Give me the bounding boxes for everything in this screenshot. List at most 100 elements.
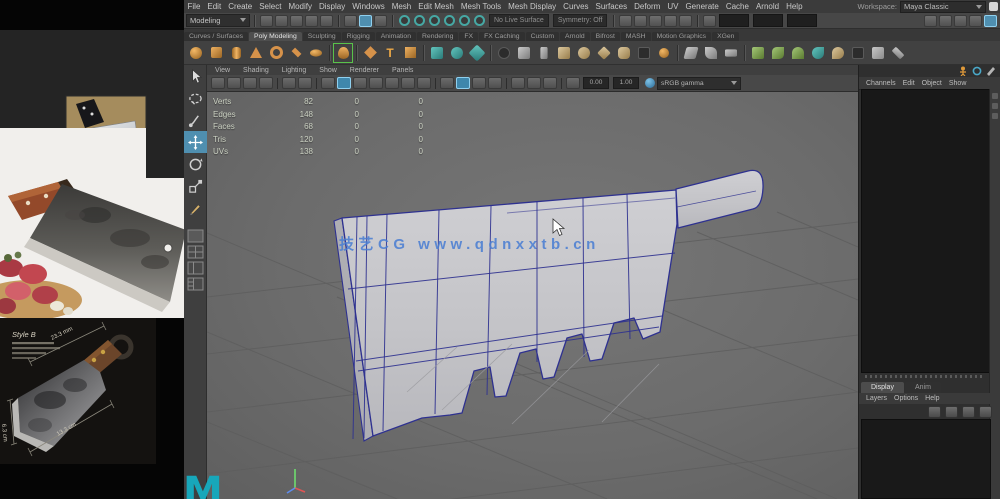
target-weld-icon[interactable]	[702, 44, 720, 62]
pane-layout-icon[interactable]	[969, 14, 982, 27]
shelf-tab-sculpting[interactable]: Sculpting	[302, 32, 341, 41]
bind-skin-icon[interactable]	[468, 44, 486, 62]
resolution-gate-icon[interactable]	[511, 77, 525, 89]
quad-draw-icon[interactable]	[682, 44, 700, 62]
show-menu[interactable]: Show	[949, 80, 967, 87]
tool-settings-tab-icon[interactable]	[992, 113, 998, 119]
mirror-icon[interactable]	[749, 44, 767, 62]
grease-pencil-icon[interactable]	[321, 77, 335, 89]
use-all-lights-icon[interactable]	[385, 77, 399, 89]
poly-plane-icon[interactable]	[287, 44, 305, 62]
coordinate-input-x[interactable]	[719, 14, 750, 27]
layout-single-pane-button[interactable]	[187, 229, 204, 243]
menu-file[interactable]: File	[184, 2, 204, 11]
shadows-icon[interactable]	[401, 77, 415, 89]
poly-cube-icon[interactable]	[207, 44, 225, 62]
edit-menu[interactable]: Edit	[903, 80, 915, 87]
construction-history-icon[interactable]	[619, 14, 633, 27]
shelf-tab-animation[interactable]: Animation	[375, 32, 416, 41]
move-layer-down-icon[interactable]	[945, 406, 958, 418]
menu-select[interactable]: Select	[256, 2, 285, 11]
menu-mesh[interactable]: Mesh	[388, 2, 415, 11]
camera-attributes-icon[interactable]	[243, 77, 257, 89]
menu-help[interactable]: Help	[783, 2, 806, 11]
shelf-tab-fx-caching[interactable]: FX Caching	[479, 32, 525, 41]
shelf-tab-bifrost[interactable]: Bifrost	[590, 32, 620, 41]
layout-four-pane-button[interactable]	[187, 245, 204, 259]
render-settings-icon[interactable]	[679, 14, 693, 27]
xray-joints-icon[interactable]	[488, 77, 502, 89]
panel-menu-shading[interactable]: Shading	[243, 67, 269, 74]
input-field-mode-icon[interactable]	[703, 14, 717, 27]
menu-arnold[interactable]: Arnold	[752, 2, 782, 11]
select-component-icon[interactable]	[374, 14, 387, 27]
cleaver-model-mesh[interactable]	[333, 169, 764, 442]
panel-menu-view[interactable]: View	[215, 67, 230, 74]
panel-menu-lighting[interactable]: Lighting	[282, 67, 307, 74]
image-plane-icon[interactable]	[282, 77, 296, 89]
lock-camera-icon[interactable]	[227, 77, 241, 89]
viewport-scene[interactable]: Verts 82 0 0 Edges 148 0 0 Faces 68 0 0	[207, 92, 858, 499]
poly-sphere-icon[interactable]	[187, 44, 205, 62]
help-menu[interactable]: Help	[925, 395, 939, 402]
symmetry-dropdown[interactable]: Symmetry: Off	[552, 14, 608, 27]
combine-icon[interactable]	[515, 44, 533, 62]
cut-uv-icon[interactable]	[869, 44, 887, 62]
options-menu[interactable]: Options	[894, 395, 918, 402]
curve-star-icon[interactable]	[361, 44, 379, 62]
workspace-dropdown[interactable]: Maya Classic	[900, 0, 986, 13]
boolean-icon[interactable]	[575, 44, 593, 62]
shelf-tab-custom[interactable]: Custom	[525, 32, 559, 41]
select-hierarchy-icon[interactable]	[344, 14, 357, 27]
render-current-frame-icon[interactable]	[649, 14, 663, 27]
shelf-tab-mash[interactable]: MASH	[620, 32, 651, 41]
coordinate-input-y[interactable]	[753, 14, 784, 27]
attribute-editor-tab-icon[interactable]	[992, 103, 998, 109]
menu-display[interactable]: Display	[316, 2, 349, 11]
coordinate-input-z[interactable]	[787, 14, 818, 27]
menu-modify[interactable]: Modify	[285, 2, 316, 11]
new-scene-icon[interactable]	[260, 14, 273, 27]
layout-outliner-persp-button[interactable]	[187, 277, 204, 291]
undo-icon[interactable]	[305, 14, 318, 27]
ipr-render-icon[interactable]	[664, 14, 678, 27]
shelf-tab-arnold[interactable]: Arnold	[560, 32, 590, 41]
view-transform-dropdown[interactable]: sRGB gamma	[657, 76, 741, 90]
screen-space-ao-icon[interactable]	[417, 77, 431, 89]
shelf-tab-poly-modeling[interactable]: Poly Modeling	[249, 32, 302, 41]
scale-tool[interactable]	[184, 175, 207, 197]
poly-disc-icon[interactable]	[307, 44, 325, 62]
gamma-icon[interactable]	[566, 77, 580, 89]
ik-handle-icon[interactable]	[448, 44, 466, 62]
lasso-select-tool[interactable]	[184, 87, 207, 109]
poly-cylinder-icon[interactable]	[227, 44, 245, 62]
shelf-tab-xgen[interactable]: XGen	[712, 32, 740, 41]
isolate-select-icon[interactable]	[440, 77, 454, 89]
curve-precision-icon[interactable]	[939, 14, 952, 27]
menu-edit[interactable]: Edit	[204, 2, 225, 11]
window-controls-icon[interactable]	[989, 2, 998, 11]
2d-pan-zoom-icon[interactable]	[298, 77, 312, 89]
edge-flow-icon[interactable]	[722, 44, 740, 62]
snap-to-projected-center-icon[interactable]	[444, 15, 455, 26]
panel-resize-handle[interactable]	[865, 375, 985, 378]
select-tool[interactable]	[184, 65, 207, 87]
shelf-tab-rendering[interactable]: Rendering	[417, 32, 459, 41]
snap-to-grid-icon[interactable]	[399, 15, 410, 26]
snap-to-curve-icon[interactable]	[414, 15, 425, 26]
multi-cut-icon[interactable]	[655, 44, 673, 62]
uv-editor-icon[interactable]	[849, 44, 867, 62]
layer-tab-display[interactable]: Display	[861, 382, 904, 393]
shelf-tab-fx[interactable]: FX	[459, 32, 479, 41]
modeling-toolkit-icon[interactable]	[972, 66, 982, 76]
smooth-icon[interactable]	[555, 44, 573, 62]
menu-cache[interactable]: Cache	[722, 2, 752, 11]
layers-menu[interactable]: Layers	[866, 395, 887, 402]
channels-menu[interactable]: Channels	[866, 80, 896, 87]
channel-box-tab-icon[interactable]	[992, 93, 998, 99]
separate-icon[interactable]	[535, 44, 553, 62]
create-joint-icon[interactable]	[428, 44, 446, 62]
snap-to-point-icon[interactable]	[429, 15, 440, 26]
object-menu[interactable]: Object	[922, 80, 942, 87]
open-scene-icon[interactable]	[275, 14, 288, 27]
